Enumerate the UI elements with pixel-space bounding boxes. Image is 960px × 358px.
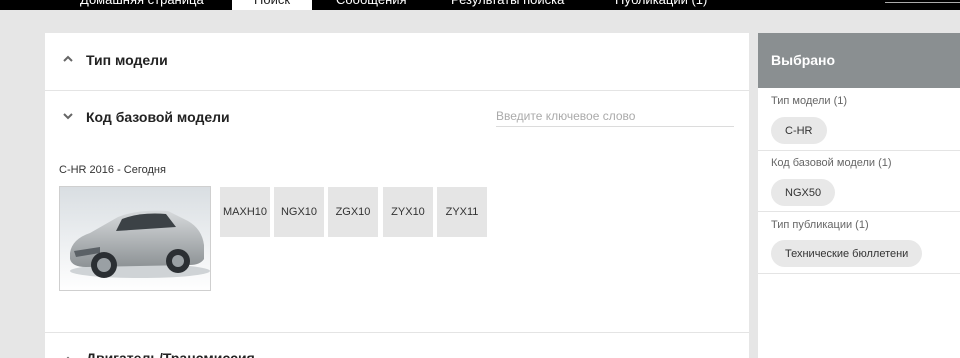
selected-panel-title: Выбрано [771,52,836,68]
selected-group-label-base-model-code: Код базовой модели (1) [771,157,892,169]
tab-search[interactable]: Поиск [232,0,313,10]
selected-chip-base-model-code[interactable]: NGX50 [771,179,836,206]
divider [45,332,749,333]
section-model-type[interactable]: Тип модели [45,33,749,90]
code-button-ngx10[interactable]: NGX10 [274,187,324,237]
selected-group-label-publication-type: Тип публикации (1) [771,219,869,231]
section-title-base-model-code: Код базовой модели [86,109,230,125]
selected-group-label-model-type: Тип модели (1) [771,95,848,107]
divider [758,211,960,212]
tab-search-results[interactable]: Результаты поиска [451,0,564,8]
selected-chip-model-type[interactable]: C-HR [771,117,827,144]
car-thumbnail[interactable] [59,186,211,291]
section-title-model-type: Тип модели [86,52,168,68]
filter-panel: Тип модели Код базовой модели C-HR 2016 … [45,33,749,358]
section-title-engine-transmission[interactable]: Двигатель/Трансмиссия [86,350,255,358]
tab-messages[interactable]: Сообщения [336,0,407,8]
code-button-zyx10[interactable]: ZYX10 [383,187,433,237]
nav-underline [885,2,960,3]
code-button-maxh10[interactable]: MAXH10 [220,187,270,237]
keyword-search-input[interactable] [496,105,734,127]
divider [758,150,960,151]
chevron-down-icon[interactable] [61,109,75,123]
chevron-up-icon[interactable] [61,353,75,358]
tab-home[interactable]: Домашняя страница [80,0,204,8]
model-range-label: C-HR 2016 - Сегодня [59,164,166,176]
top-nav-bar: Домашняя страница Поиск Сообщения Резуль… [0,0,960,10]
selected-panel-header: Выбрано [758,33,960,88]
divider [758,273,960,274]
tab-publications[interactable]: Публикации (1) [615,0,707,8]
selected-panel: Выбрано Тип модели (1) C-HR Код базовой … [758,33,960,358]
car-image-icon [60,187,210,290]
code-button-zyx11[interactable]: ZYX11 [437,187,487,237]
code-button-zgx10[interactable]: ZGX10 [328,187,378,237]
selected-chip-publication-type[interactable]: Технические бюллетени [771,240,923,267]
chevron-up-icon[interactable] [61,52,75,66]
